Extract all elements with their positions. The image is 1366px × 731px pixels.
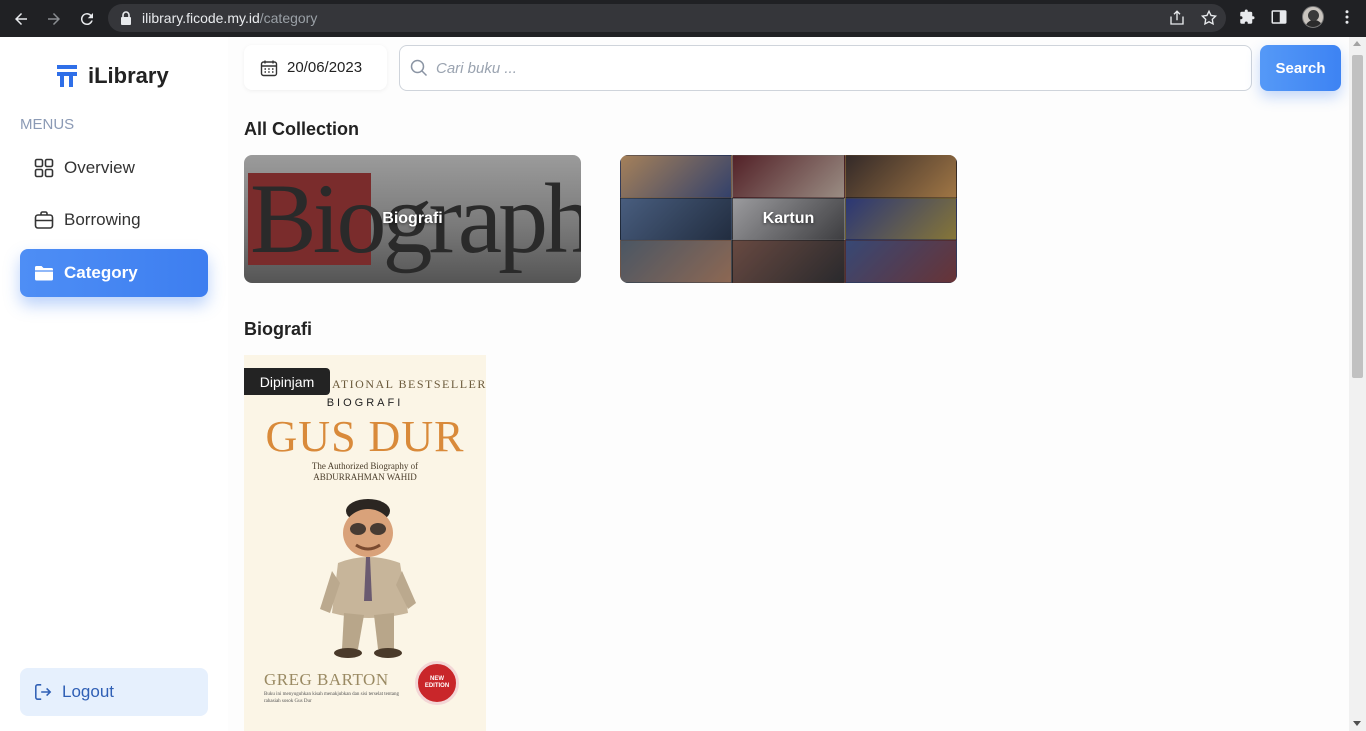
cover-blurb: Buku ini menyuguhkan kisah menakjubkan d… xyxy=(264,692,399,704)
brand-name: iLibrary xyxy=(88,63,169,88)
side-panel-icon[interactable] xyxy=(1270,8,1288,26)
puzzle-icon[interactable] xyxy=(1238,8,1256,26)
page-scrollbar[interactable] xyxy=(1349,37,1366,731)
cover-subtitle: The Authorized Biography of ABDURRAHMAN … xyxy=(244,461,486,483)
url-host: ilibrary.ficode.my.id xyxy=(142,10,260,26)
menus-heading: MENUS xyxy=(20,116,75,133)
cover-top-text: ATIONAL BESTSELLER xyxy=(332,377,486,391)
arrow-left-icon xyxy=(15,12,27,25)
kebab-menu-icon[interactable] xyxy=(1338,8,1356,26)
address-bar[interactable]: ilibrary.ficode.my.id/category xyxy=(108,4,1226,32)
section-heading: Biografi xyxy=(244,319,313,339)
search-icon xyxy=(410,59,428,77)
grid-icon xyxy=(34,158,54,178)
date-text: 20/06/2023 xyxy=(287,59,363,76)
star-icon[interactable] xyxy=(1200,9,1218,27)
caricature-illustration xyxy=(320,499,416,658)
sidebar-item-overview[interactable]: Overview xyxy=(20,144,208,192)
logout-button[interactable]: Logout xyxy=(20,668,208,716)
category-card-kartun[interactable]: Kartun xyxy=(620,155,957,283)
status-badge: Dipinjam xyxy=(244,368,330,395)
cover-title: GUS DUR xyxy=(265,412,465,461)
collection-heading: All Collection xyxy=(244,119,360,139)
cover-subtitle-line: The Authorized Biography of xyxy=(311,461,419,471)
cover-kicker: BIOGRAFI xyxy=(326,397,404,409)
sidebar-item-label: Borrowing xyxy=(64,210,141,229)
back-button[interactable] xyxy=(9,7,33,31)
book-card[interactable]: Dipinjam ATIONAL BESTSELLER BIOGRAFI GUS… xyxy=(244,355,486,731)
reload-icon xyxy=(80,12,93,25)
folder-icon xyxy=(35,266,53,281)
category-card-label: Kartun xyxy=(762,210,815,227)
sidebar: iLibrary MENUS Overview Borrowing Catego… xyxy=(0,37,228,731)
scroll-down-arrow-icon[interactable] xyxy=(1353,721,1361,726)
forward-button[interactable] xyxy=(42,7,66,31)
sidebar-item-category[interactable]: Category xyxy=(20,249,208,297)
calendar-icon xyxy=(260,60,278,76)
cover-author: GREG BARTON xyxy=(264,670,389,689)
profile-avatar[interactable] xyxy=(1302,6,1324,28)
category-card-biografi[interactable]: Biography Biografi xyxy=(244,155,581,283)
scroll-thumb[interactable] xyxy=(1352,55,1363,378)
reload-button[interactable] xyxy=(75,7,99,31)
date-display: 20/06/2023 xyxy=(244,45,387,90)
logout-label: Logout xyxy=(62,682,114,701)
share-icon[interactable] xyxy=(1168,9,1186,27)
new-edition-seal: NEW EDITION xyxy=(415,661,459,705)
briefcase-icon xyxy=(34,211,54,229)
search-input[interactable] xyxy=(436,59,1216,77)
lock-icon xyxy=(121,11,131,25)
search-button[interactable]: Search xyxy=(1260,45,1341,91)
sidebar-item-label: Category xyxy=(64,263,138,282)
category-card-label: Biografi xyxy=(382,210,443,227)
url-text: ilibrary.ficode.my.id/category xyxy=(142,10,317,26)
sidebar-item-borrowing[interactable]: Borrowing xyxy=(20,196,208,244)
arrow-right-icon xyxy=(48,12,60,25)
logo-icon xyxy=(57,65,77,87)
url-path: /category xyxy=(259,10,318,26)
search-box xyxy=(399,45,1252,91)
cover-subtitle-line: ABDURRAHMAN WAHID xyxy=(313,472,417,482)
sidebar-item-label: Overview xyxy=(64,158,135,177)
scroll-up-arrow-icon[interactable] xyxy=(1353,41,1361,46)
browser-toolbar: ilibrary.ficode.my.id/category xyxy=(0,0,1366,37)
logout-icon xyxy=(35,684,52,700)
brand[interactable]: iLibrary xyxy=(57,63,169,89)
